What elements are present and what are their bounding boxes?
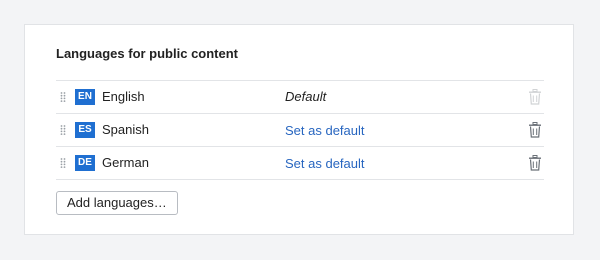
section-title: Languages for public content	[56, 46, 239, 61]
language-row-spanish: ES Spanish Set as default	[56, 114, 544, 147]
language-name: English	[102, 89, 145, 104]
set-as-default-link[interactable]: Set as default	[285, 123, 365, 138]
trash-icon	[529, 89, 541, 105]
language-row-english: EN English Default	[56, 81, 544, 114]
default-label: Default	[285, 89, 327, 104]
drag-handle-icon[interactable]	[60, 92, 66, 102]
language-code-badge: EN	[75, 89, 95, 105]
drag-handle-icon[interactable]	[60, 158, 66, 168]
language-name: German	[102, 155, 149, 170]
languages-panel: Languages for public content EN English …	[24, 24, 574, 235]
language-code-badge: ES	[75, 122, 95, 138]
trash-icon[interactable]	[528, 155, 542, 171]
add-languages-button[interactable]: Add languages…	[56, 191, 178, 215]
drag-handle-icon[interactable]	[60, 125, 66, 135]
language-name: Spanish	[102, 122, 149, 137]
language-list: EN English Default ES Spanish Set as def…	[56, 80, 544, 180]
language-row-german: DE German Set as default	[56, 147, 544, 180]
language-code-badge: DE	[75, 155, 95, 171]
set-as-default-link[interactable]: Set as default	[285, 156, 365, 171]
trash-icon[interactable]	[528, 122, 542, 138]
